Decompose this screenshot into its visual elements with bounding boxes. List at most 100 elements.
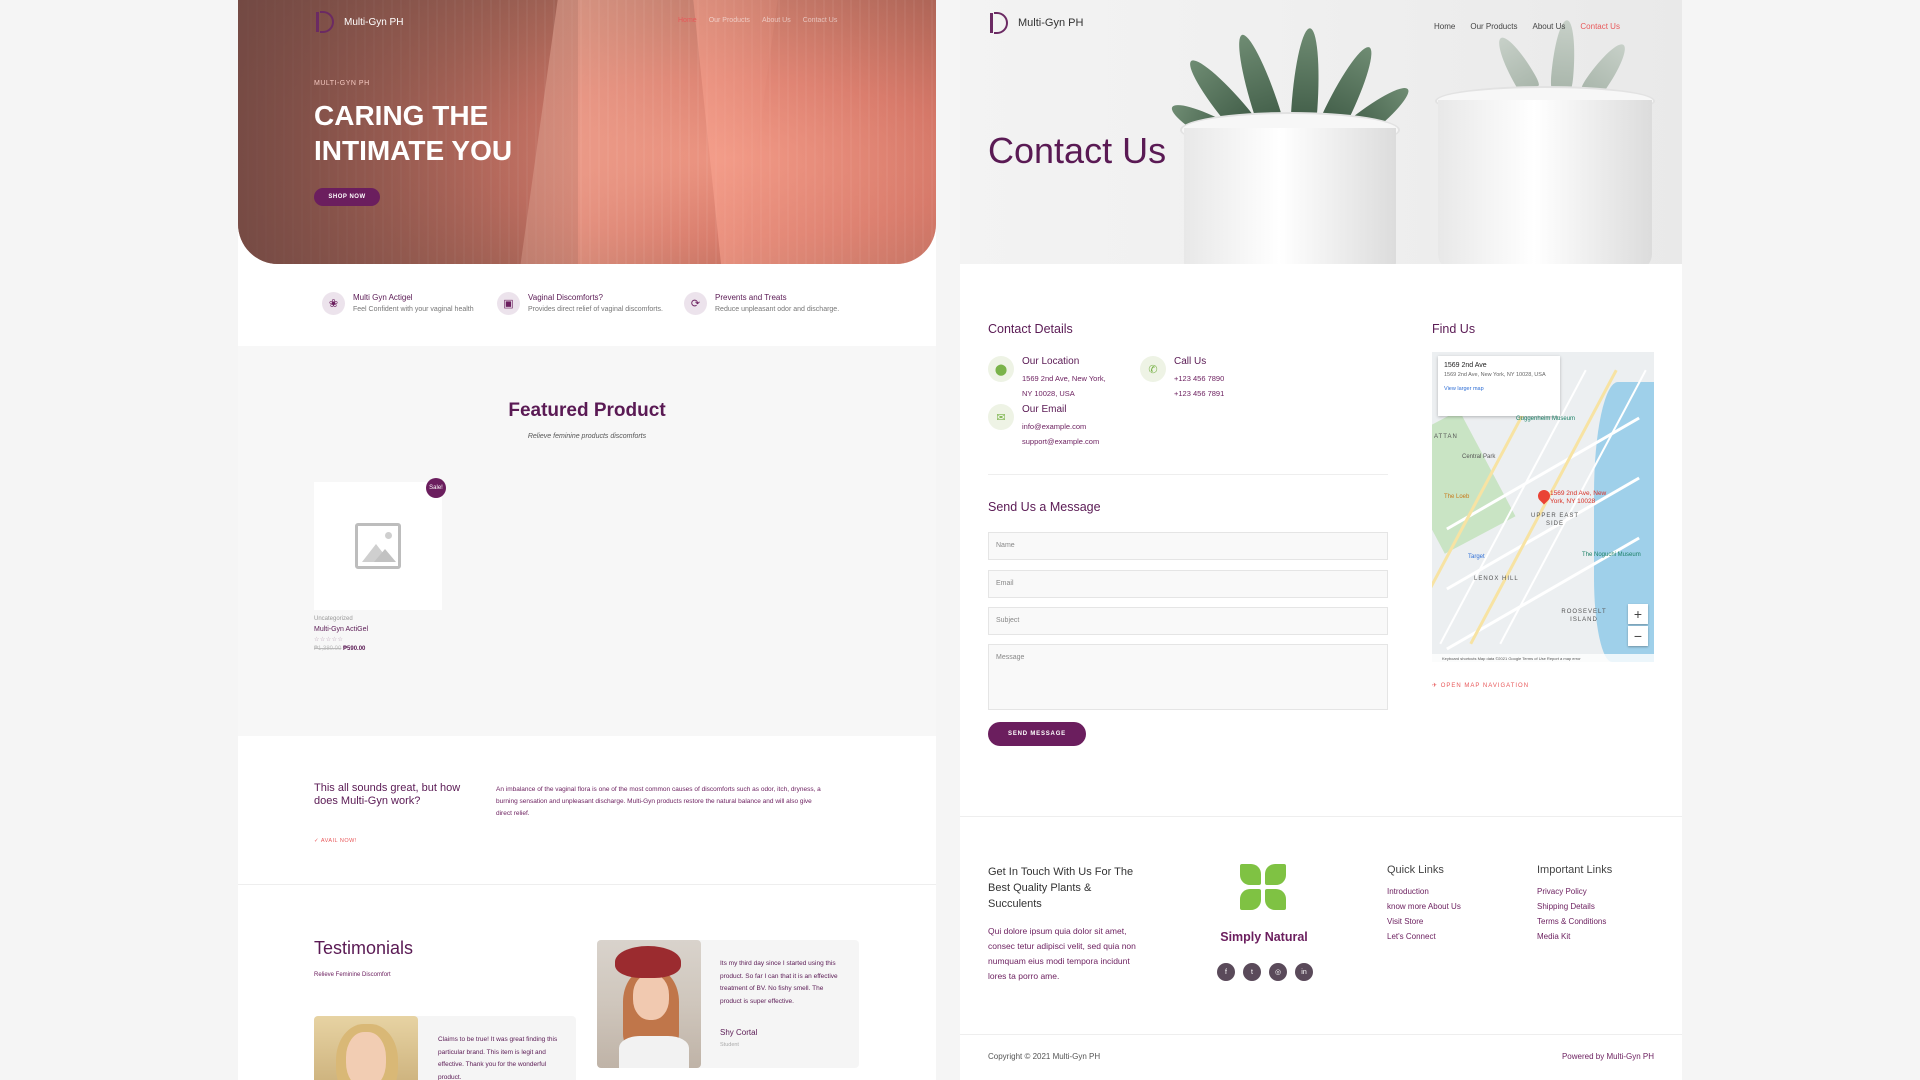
- nav-home[interactable]: Home: [678, 17, 697, 24]
- product-category[interactable]: Uncategorized: [314, 616, 353, 622]
- copyright: Copyright © 2021 Multi-Gyn PH: [988, 1052, 1101, 1061]
- map-label: LENOX HILL: [1474, 576, 1519, 582]
- how-it-works-title: This all sounds great, but how does Mult…: [314, 782, 461, 807]
- email-input[interactable]: Email: [988, 570, 1388, 598]
- footer-link[interactable]: Shipping Details: [1537, 899, 1612, 914]
- feature-subtitle: Provides direct relief of vaginal discom…: [528, 306, 663, 313]
- nav-contact-us[interactable]: Contact Us: [803, 17, 838, 24]
- nav-home[interactable]: Home: [1434, 22, 1455, 31]
- hero-title: CARING THE INTIMATE YOU: [314, 100, 513, 166]
- homepage-preview: Multi-Gyn PH Home Our Products About Us …: [238, 0, 936, 1080]
- quick-links: Quick Links Introduction know more About…: [1387, 864, 1461, 944]
- subject-input[interactable]: Subject: [988, 607, 1388, 635]
- nav-about-us[interactable]: About Us: [1532, 22, 1565, 31]
- nav-our-products[interactable]: Our Products: [1470, 22, 1517, 31]
- feature-title: Multi Gyn Actigel: [353, 293, 413, 302]
- send-message-button[interactable]: SEND MESSAGE: [988, 722, 1086, 746]
- box-icon: ▣: [497, 292, 520, 315]
- footer-link[interactable]: Terms & Conditions: [1537, 914, 1612, 929]
- shop-now-button[interactable]: SHOP NOW: [314, 188, 380, 206]
- divider: [238, 884, 936, 885]
- facebook-icon[interactable]: f: [1217, 963, 1235, 981]
- contact-details-heading: Contact Details: [988, 322, 1073, 336]
- featured-subtitle: Relieve feminine products discomforts: [527, 433, 647, 440]
- divider: [960, 1034, 1682, 1035]
- email-address[interactable]: support@example.com: [1022, 434, 1099, 449]
- sale-price: ₱590.00: [343, 646, 366, 652]
- name-input[interactable]: Name: [988, 532, 1388, 560]
- feature-title: Vaginal Discomforts?: [528, 293, 603, 302]
- feature-subtitle: Feel Confident with your vaginal health: [353, 306, 474, 313]
- testimonial-text: Its my third day since I started using t…: [720, 960, 838, 1005]
- feature-title: Prevents and Treats: [715, 293, 787, 302]
- location-line: 1569 2nd Ave, New York,: [1022, 374, 1106, 383]
- footer-link[interactable]: Media Kit: [1537, 929, 1612, 944]
- site-logo[interactable]: Multi-Gyn PH: [988, 10, 1083, 36]
- logo-mark-icon: [314, 9, 336, 35]
- twitter-icon[interactable]: t: [1243, 963, 1261, 981]
- feature-subtitle: Reduce unpleasant odor and discharge.: [715, 306, 840, 313]
- linkedin-icon[interactable]: in: [1295, 963, 1313, 981]
- footer-brand: Simply Natural: [1220, 930, 1308, 944]
- testimonials-subtitle: Relieve Feminine Discomfort: [314, 972, 391, 978]
- old-price: ₱1,380.00: [314, 646, 342, 652]
- map-card-address: 1569 2nd Ave, New York, NY 10028, USA: [1444, 372, 1546, 378]
- footer-link[interactable]: Introduction: [1387, 884, 1461, 899]
- footer-link[interactable]: Privacy Policy: [1537, 884, 1612, 899]
- testimonial-role: Student: [720, 1042, 739, 1048]
- nav-about-us[interactable]: About Us: [762, 17, 791, 24]
- nav-contact-us[interactable]: Contact Us: [1580, 22, 1620, 31]
- contact-page-preview: Multi-Gyn PH Home Our Products About Us …: [960, 0, 1682, 1080]
- location-item: ⬤ Our Location 1569 2nd Ave, New York, NY…: [988, 356, 1106, 401]
- map-label: Target: [1468, 554, 1485, 560]
- view-larger-map-link[interactable]: View larger map: [1444, 386, 1554, 392]
- mail-icon: ✉: [988, 404, 1014, 430]
- image-placeholder-icon: [355, 523, 401, 569]
- testimonial-text: Claims to be true! It was great finding …: [438, 1036, 558, 1080]
- product-rating: ☆☆☆☆☆: [314, 637, 344, 643]
- avail-now-link[interactable]: ✓ AVAIL NOW!: [314, 838, 357, 844]
- feature-item: ▣ Vaginal Discomforts? Provides direct r…: [497, 292, 663, 315]
- map-label: UPPER EAST SIDE: [1530, 513, 1579, 527]
- main-nav: Home Our Products About Us Contact Us: [678, 17, 837, 24]
- footer-link[interactable]: Visit Store: [1387, 914, 1461, 929]
- location-line: NY 10028, USA: [1022, 389, 1075, 398]
- phone-number[interactable]: +123 456 7890: [1174, 371, 1224, 386]
- site-logo[interactable]: Multi-Gyn PH: [314, 9, 403, 35]
- hero-fabric-decor: [692, 0, 936, 264]
- phone-icon: ✆: [1140, 356, 1166, 382]
- email-address[interactable]: info@example.com: [1022, 419, 1099, 434]
- lotus-icon: ❀: [322, 292, 345, 315]
- zoom-in-button[interactable]: +: [1628, 604, 1648, 624]
- sale-badge: Sale!: [426, 478, 446, 498]
- phone-number[interactable]: +123 456 7891: [1174, 386, 1224, 401]
- map-label: ROOSEVELT ISLAND: [1561, 609, 1607, 623]
- instagram-icon[interactable]: ◎: [1269, 963, 1287, 981]
- message-textarea[interactable]: Message: [988, 644, 1388, 710]
- open-map-navigation-link[interactable]: ✈ OPEN MAP NAVIGATION: [1432, 682, 1529, 689]
- footer-heading: Get In Touch With Us For The Best Qualit…: [988, 866, 1134, 910]
- product-name[interactable]: Multi-Gyn ActiGel: [314, 626, 368, 633]
- map-label: Guggenheim Museum: [1516, 416, 1576, 422]
- map-info-card: 1569 2nd Ave 1569 2nd Ave, New York, NY …: [1438, 356, 1560, 416]
- clover-logo-icon: [1240, 864, 1288, 912]
- map-label: Central Park: [1462, 454, 1496, 460]
- footer-link[interactable]: Let's Connect: [1387, 929, 1461, 944]
- footer-text: Qui dolore ipsum quia dolor sit amet, co…: [988, 926, 1136, 981]
- important-links: Important Links Privacy Policy Shipping …: [1537, 864, 1612, 944]
- nav-our-products[interactable]: Our Products: [709, 17, 750, 24]
- powered-by: Powered by Multi-Gyn PH: [1561, 1052, 1654, 1061]
- testimonial-avatar: [314, 1016, 418, 1080]
- map-label: ATTAN: [1434, 434, 1458, 440]
- divider: [988, 474, 1388, 475]
- google-map[interactable]: 1569 2nd Ave 1569 2nd Ave, New York, NY …: [1432, 352, 1654, 662]
- social-links: f t ◎ in: [1217, 963, 1313, 981]
- product-image[interactable]: [314, 482, 442, 610]
- divider: [960, 816, 1682, 817]
- hero-banner: Multi-Gyn PH Home Our Products About Us …: [238, 0, 936, 264]
- map-card-title: 1569 2nd Ave: [1444, 362, 1487, 369]
- how-it-works-text: An imbalance of the vaginal flora is one…: [496, 786, 821, 817]
- zoom-out-button[interactable]: −: [1628, 626, 1648, 646]
- footer-link[interactable]: know more About Us: [1387, 899, 1461, 914]
- find-us-heading: Find Us: [1432, 322, 1476, 336]
